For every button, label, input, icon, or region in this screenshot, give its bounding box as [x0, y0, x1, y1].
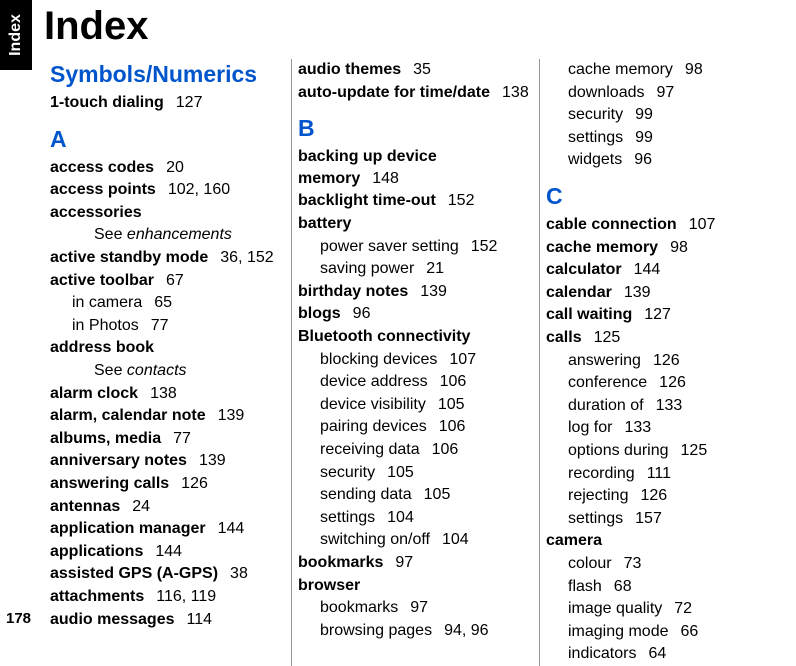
- index-entry: albums, media77: [50, 428, 283, 450]
- column-1: Symbols/Numerics 1-touch dialing127 A ac…: [44, 59, 292, 666]
- index-entry: assisted GPS (A-GPS)38: [50, 563, 283, 585]
- index-subentry: cache memory98: [546, 59, 780, 81]
- index-entry: antennas24: [50, 496, 283, 518]
- index-subentry: image quality72: [546, 598, 780, 620]
- index-subentry: duration of133: [546, 395, 780, 417]
- index-subentry: widgets96: [546, 149, 780, 171]
- index-entry: access codes20: [50, 157, 283, 179]
- index-entry: anniversary notes139: [50, 450, 283, 472]
- index-subentry: device address106: [298, 371, 531, 393]
- index-subentry: options during125: [546, 440, 780, 462]
- index-subentry: settings99: [546, 127, 780, 149]
- index-see: See contacts: [50, 360, 283, 382]
- column-2: audio themes35 auto-update for time/date…: [292, 59, 540, 666]
- index-entry: alarm, calendar note139: [50, 405, 283, 427]
- index-subentry: rejecting126: [546, 485, 780, 507]
- index-entry: camera: [546, 530, 780, 552]
- heading-letter-b: B: [298, 113, 531, 144]
- page-number: 178: [6, 610, 31, 627]
- columns: Symbols/Numerics 1-touch dialing127 A ac…: [44, 59, 796, 666]
- index-entry: calls125: [546, 327, 780, 349]
- index-subentry: flash68: [546, 576, 780, 598]
- page-title: Index: [44, 4, 796, 49]
- index-entry: answering calls126: [50, 473, 283, 495]
- index-entry: accessories: [50, 202, 283, 224]
- index-subentry: in camera65: [50, 292, 283, 314]
- index-subentry: recording111: [546, 463, 780, 485]
- index-entry: battery: [298, 213, 531, 235]
- index-subentry: security105: [298, 462, 531, 484]
- index-entry: audio themes35: [298, 59, 531, 81]
- index-entry: audio messages114: [50, 609, 283, 631]
- index-entry: calculator144: [546, 259, 780, 281]
- index-subentry: bookmarks97: [298, 597, 531, 619]
- index-subentry: receiving data106: [298, 439, 531, 461]
- index-entry: cable connection107: [546, 214, 780, 236]
- index-entry: active toolbar67: [50, 270, 283, 292]
- index-subentry: security99: [546, 104, 780, 126]
- index-subentry: pairing devices106: [298, 416, 531, 438]
- index-subentry: switching on/off104: [298, 529, 531, 551]
- index-entry: browser: [298, 575, 531, 597]
- index-entry: backing up device memory148: [298, 146, 531, 189]
- heading-letter-a: A: [50, 124, 283, 155]
- index-entry: auto-update for time/date138: [298, 82, 531, 104]
- index-entry: attachments116, 119: [50, 586, 283, 608]
- index-entry: access points102, 160: [50, 179, 283, 201]
- index-entry: blogs96: [298, 303, 531, 325]
- index-subentry: downloads97: [546, 82, 780, 104]
- index-entry: Bluetooth connectivity: [298, 326, 531, 348]
- index-subentry: colour73: [546, 553, 780, 575]
- index-entry: application manager144: [50, 518, 283, 540]
- heading-symbols: Symbols/Numerics: [50, 59, 283, 90]
- index-subentry: imaging mode66: [546, 621, 780, 643]
- index-subentry: indicators64: [546, 643, 780, 665]
- index-entry: 1-touch dialing127: [50, 92, 283, 114]
- index-subentry: settings104: [298, 507, 531, 529]
- index-subentry: saving power21: [298, 258, 531, 280]
- index-subentry: answering126: [546, 350, 780, 372]
- index-entry: cache memory98: [546, 237, 780, 259]
- index-subentry: in Photos77: [50, 315, 283, 337]
- index-subentry: conference126: [546, 372, 780, 394]
- index-entry: alarm clock138: [50, 383, 283, 405]
- index-subentry: browsing pages94, 96: [298, 620, 531, 642]
- index-entry: applications144: [50, 541, 283, 563]
- index-subentry: device visibility105: [298, 394, 531, 416]
- index-entry: call waiting127: [546, 304, 780, 326]
- column-3: cache memory98 downloads97 security99 se…: [540, 59, 788, 666]
- heading-letter-c: C: [546, 181, 780, 212]
- index-subentry: log for133: [546, 417, 780, 439]
- index-entry: active standby mode36, 152: [50, 247, 283, 269]
- index-entry: backlight time-out152: [298, 190, 531, 212]
- content-area: Index Symbols/Numerics 1-touch dialing12…: [44, 0, 796, 649]
- index-subentry: settings157: [546, 508, 780, 530]
- index-subentry: power saver setting152: [298, 236, 531, 258]
- index-subentry: blocking devices107: [298, 349, 531, 371]
- side-tab: Index: [0, 0, 32, 70]
- index-entry: address book: [50, 337, 283, 359]
- index-subentry: sending data105: [298, 484, 531, 506]
- index-entry: bookmarks97: [298, 552, 531, 574]
- index-entry: calendar139: [546, 282, 780, 304]
- index-see: See enhancements: [50, 224, 283, 246]
- index-entry: birthday notes139: [298, 281, 531, 303]
- side-tab-label: Index: [7, 14, 25, 56]
